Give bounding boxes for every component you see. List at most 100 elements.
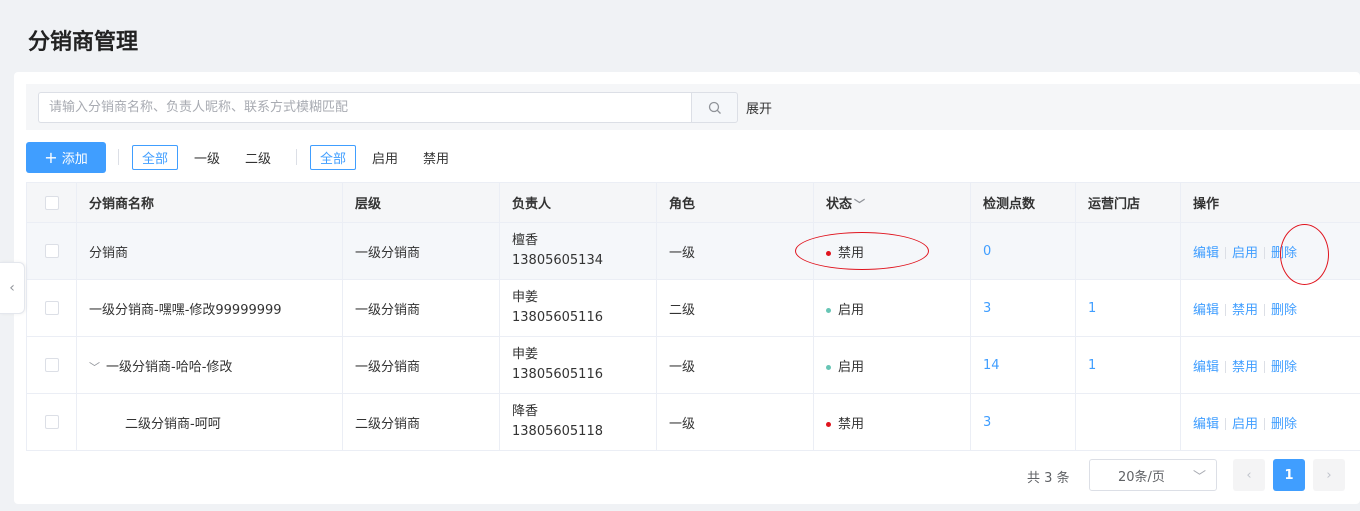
delete-link[interactable]: 删除 <box>1271 303 1297 318</box>
status-dot-icon <box>826 250 831 256</box>
distributor-name: 一级分销商-哈哈-修改 <box>106 359 233 375</box>
edit-link[interactable]: 编辑 <box>1193 246 1219 261</box>
status-text: 禁用 <box>838 245 865 261</box>
disable-link[interactable]: 禁用 <box>1232 360 1258 375</box>
divider <box>1264 247 1266 259</box>
next-page-button[interactable]: › <box>1313 459 1345 491</box>
row-checkbox[interactable] <box>44 415 59 429</box>
cell-name: 分销商 <box>76 222 343 280</box>
enable-link[interactable]: 启用 <box>1232 417 1258 432</box>
contact-phone: 13805605134 <box>512 253 603 268</box>
cell-status: 禁用 <box>813 222 971 280</box>
column-header: 操作 <box>1180 182 1360 223</box>
divider <box>1225 247 1227 259</box>
cell-level: 二级分销商 <box>342 393 500 451</box>
divider <box>1264 418 1266 430</box>
status-text: 禁用 <box>838 416 865 432</box>
cell-role: 二级 <box>656 279 814 337</box>
cell-stores[interactable] <box>1075 222 1181 280</box>
level-filter-second[interactable]: 二级 <box>245 145 271 170</box>
level-filter-all[interactable]: 全部 <box>132 145 179 170</box>
delete-link[interactable]: 删除 <box>1271 246 1297 261</box>
contact-name: 降香 <box>512 404 539 419</box>
delete-link[interactable]: 删除 <box>1271 417 1297 432</box>
divider <box>296 149 297 165</box>
contact-name: 申姜 <box>512 347 539 362</box>
divider <box>1225 361 1227 373</box>
page-title: 分销商管理 <box>28 30 139 55</box>
cell-contact: 檀香 13805605134 <box>499 222 657 280</box>
table-row: 二级分销商-呵呵 二级分销商 降香 13805605118 一级 禁用 3 编辑启… <box>26 393 1360 451</box>
prev-page-button[interactable]: ‹ <box>1233 459 1265 491</box>
column-header: 负责人 <box>499 182 657 223</box>
search-button[interactable] <box>691 92 738 123</box>
cell-status: 启用 <box>813 336 971 394</box>
divider <box>1264 304 1266 316</box>
delete-link[interactable]: 删除 <box>1271 360 1297 375</box>
disable-link[interactable]: 禁用 <box>1232 303 1258 318</box>
page-header: 分销商管理 <box>0 0 1360 70</box>
chevron-down-icon[interactable]: ﹀ <box>89 359 100 375</box>
sidebar-toggle[interactable]: ‹ <box>0 262 25 314</box>
cell-level: 一级分销商 <box>342 279 500 337</box>
status-dot-icon <box>826 364 831 370</box>
expand-link[interactable]: 展开 <box>746 98 772 117</box>
cell-points[interactable]: 3 <box>970 393 1076 451</box>
chevron-down-icon[interactable]: ﹀ <box>854 198 865 211</box>
page-size-value: 20条/页 <box>1118 469 1165 485</box>
column-header-status[interactable]: 状态 ﹀ <box>813 182 971 223</box>
cell-points[interactable]: 0 <box>970 222 1076 280</box>
cell-stores[interactable]: 1 <box>1075 336 1181 394</box>
enable-link[interactable]: 启用 <box>1232 246 1258 261</box>
cell-stores[interactable]: 1 <box>1075 279 1181 337</box>
cell-name: 二级分销商-呵呵 <box>76 393 343 451</box>
add-button[interactable]: + 添加 <box>26 142 106 173</box>
divider <box>118 149 119 165</box>
cell-contact: 申姜 13805605116 <box>499 279 657 337</box>
level-filter-first[interactable]: 一级 <box>194 145 220 170</box>
cell-points[interactable]: 14 <box>970 336 1076 394</box>
select-all-checkbox[interactable] <box>44 195 59 210</box>
status-filter-all[interactable]: 全部 <box>310 145 357 170</box>
cell-actions: 编辑 启用 删除 <box>1180 222 1360 280</box>
divider <box>1225 418 1227 430</box>
divider <box>1225 304 1227 316</box>
page-size-select[interactable]: 20条/页 ﹀ <box>1089 459 1217 491</box>
status-filter-enabled[interactable]: 启用 <box>372 145 398 170</box>
row-checkbox[interactable] <box>44 301 59 315</box>
cell-actions: 编辑 启用 删除 <box>1180 393 1360 451</box>
row-checkbox[interactable] <box>44 358 59 372</box>
edit-link[interactable]: 编辑 <box>1193 360 1219 375</box>
status-dot-icon <box>826 421 831 427</box>
cell-role: 一级 <box>656 393 814 451</box>
search-input[interactable] <box>38 92 692 123</box>
cell-level: 一级分销商 <box>342 336 500 394</box>
edit-link[interactable]: 编辑 <box>1193 303 1219 318</box>
cell-stores[interactable] <box>1075 393 1181 451</box>
edit-link[interactable]: 编辑 <box>1193 417 1219 432</box>
pagination-total: 共 3 条 <box>1027 471 1070 486</box>
divider <box>1264 361 1266 373</box>
chevron-right-icon: › <box>1326 467 1332 483</box>
cell-actions: 编辑 禁用 删除 <box>1180 279 1360 337</box>
column-header: 分销商名称 <box>76 182 343 223</box>
cell-points[interactable]: 3 <box>970 279 1076 337</box>
cell-status: 启用 <box>813 279 971 337</box>
status-filter-disabled[interactable]: 禁用 <box>423 145 449 170</box>
column-header: 检测点数 <box>970 182 1076 223</box>
column-header: 角色 <box>656 182 814 223</box>
table-row: ﹀ 一级分销商-哈哈-修改 一级分销商 申姜 13805605116 一级 启用 1… <box>26 336 1360 394</box>
row-checkbox[interactable] <box>44 244 59 258</box>
table-row: 一级分销商-嘿嘿-修改99999999 一级分销商 申姜 13805605116 … <box>26 279 1360 337</box>
cell-name: ﹀ 一级分销商-哈哈-修改 <box>76 336 343 394</box>
add-button-label: 添加 <box>61 152 88 167</box>
cell-contact: 降香 13805605118 <box>499 393 657 451</box>
status-text: 启用 <box>838 359 865 375</box>
contact-phone: 13805605116 <box>512 310 603 325</box>
page-number-current[interactable]: 1 <box>1273 459 1305 491</box>
contact-phone: 13805605118 <box>512 424 603 439</box>
distributor-table: 分销商名称 层级 负责人 角色 状态 ﹀ 检测点数 运营门店 操作 分销商 一级分… <box>26 182 1360 451</box>
status-dot-icon <box>826 307 831 313</box>
column-header-label: 状态 <box>826 197 853 212</box>
cell-level: 一级分销商 <box>342 222 500 280</box>
